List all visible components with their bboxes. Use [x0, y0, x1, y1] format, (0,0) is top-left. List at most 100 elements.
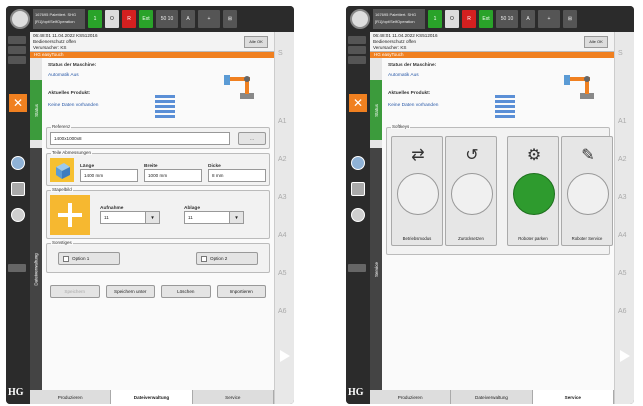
aufnahme-select[interactable]: 11 ▼: [100, 211, 160, 224]
axis-a2[interactable]: A2: [278, 156, 287, 163]
browse-button[interactable]: ...: [238, 132, 266, 145]
menu-icon[interactable]: ⊞: [223, 10, 237, 28]
run-mode-button[interactable]: A: [181, 10, 195, 28]
tab-status[interactable]: Status: [370, 80, 382, 140]
betriebsmodus-button[interactable]: ⇄ Betriebsmodus: [391, 136, 443, 246]
user-icon[interactable]: [351, 208, 365, 222]
axis-a1[interactable]: A1: [618, 118, 627, 125]
override-speed-button[interactable]: 50 10: [496, 10, 518, 28]
top-status-bar: 167695 Palettiert. SHG [R1]/opt/SelfOper…: [346, 6, 634, 32]
rail-handle[interactable]: [8, 264, 26, 272]
jog-mode-button[interactable]: +: [198, 10, 220, 28]
zuruecksetzen-button[interactable]: ↺ Zurücksetzen: [445, 136, 497, 246]
drive-status-button[interactable]: 1: [428, 10, 442, 28]
axis-a5[interactable]: A5: [618, 270, 627, 277]
axis-a6[interactable]: A6: [618, 308, 627, 315]
tab-status[interactable]: Status: [30, 80, 42, 140]
axis-a5[interactable]: A5: [278, 270, 287, 277]
run-mode-button[interactable]: A: [521, 10, 535, 28]
message-window[interactable]: 06:48:01 11.04.2022 KS512016 Bedienersch…: [370, 32, 614, 52]
tab-produzieren[interactable]: Produzieren: [30, 390, 112, 404]
main-content: Status der Maschine: Automatik Aus Aktue…: [382, 58, 614, 390]
machine-status-label: Status der Maschine:: [48, 63, 97, 68]
laenge-input[interactable]: 1400 mm: [80, 169, 138, 182]
axis-s[interactable]: S: [618, 50, 623, 57]
rail-chip-1[interactable]: [348, 36, 366, 44]
axis-a1[interactable]: A1: [278, 118, 287, 125]
import-button[interactable]: Importieren: [216, 285, 266, 298]
robot-logo-icon[interactable]: [10, 9, 30, 29]
jog-mode-button[interactable]: +: [538, 10, 560, 28]
laenge-field: Länge 1400 mm: [80, 164, 138, 182]
machine-status-value: Automatik Aus: [388, 73, 419, 78]
tab-produzieren[interactable]: Produzieren: [370, 390, 452, 404]
tab-dateiverwaltung-bottom[interactable]: Dateiverwaltung: [451, 390, 533, 404]
aufnahme-value: 11: [104, 215, 109, 220]
tab-service[interactable]: Service: [532, 390, 614, 404]
product-label: Aktuelles Produkt:: [48, 91, 91, 96]
vertical-tabs: Status Service: [370, 58, 382, 390]
drive-status-button[interactable]: 1: [88, 10, 102, 28]
robot-logo-icon[interactable]: [350, 9, 370, 29]
roboter-parken-button[interactable]: ⚙ Roboter parken: [507, 136, 559, 246]
keyboard-icon[interactable]: [11, 182, 25, 196]
robot-interpreter-button[interactable]: R: [122, 10, 136, 28]
play-arrow-icon[interactable]: [620, 350, 630, 362]
softkey-label: Betriebsmodus: [402, 236, 432, 241]
save-button[interactable]: Speichern: [50, 285, 100, 298]
axis-rail: S A1 A2 A3 A4 A5 A6: [274, 32, 294, 404]
machine-status-label: Status der Maschine:: [388, 63, 437, 68]
option2-checkbox[interactable]: Option 2: [196, 252, 258, 265]
cell-info[interactable]: 167695 Palettiert. SHG [R1]/opt/SelfOper…: [373, 9, 425, 29]
rail-chip-3[interactable]: [8, 56, 26, 64]
menu-icon[interactable]: ⊞: [563, 10, 577, 28]
globe-icon[interactable]: [351, 156, 365, 170]
axis-a4[interactable]: A4: [278, 232, 287, 239]
tab-service-vertical[interactable]: Service: [370, 148, 382, 390]
rail-chip-2[interactable]: [8, 46, 26, 54]
rail-chip-1[interactable]: [8, 36, 26, 44]
axis-a4[interactable]: A4: [618, 232, 627, 239]
override-speed-button[interactable]: 50 10: [156, 10, 178, 28]
user-icon[interactable]: [11, 208, 25, 222]
softkey-label: Roboter parken: [518, 236, 548, 241]
rail-chip-3[interactable]: [348, 56, 366, 64]
delete-button[interactable]: Löschen: [161, 285, 211, 298]
tab-service[interactable]: Service: [192, 390, 274, 404]
axis-s[interactable]: S: [278, 50, 283, 57]
dicke-input[interactable]: 8 mm: [208, 169, 266, 182]
globe-icon[interactable]: [11, 156, 25, 170]
submit-status-button[interactable]: O: [105, 10, 119, 28]
breite-input[interactable]: 1000 mm: [144, 169, 202, 182]
ext-mode-button[interactable]: Ext: [479, 10, 493, 28]
alle-ok-button[interactable]: Alle OK: [584, 36, 608, 48]
ext-mode-button[interactable]: Ext: [139, 10, 153, 28]
robot-arm-icon: [564, 75, 594, 99]
option1-checkbox[interactable]: Option 1: [58, 252, 120, 265]
axis-a6[interactable]: A6: [278, 308, 287, 315]
message-window[interactable]: 06:48:01 11.04.2022 KS512016 Bedienersch…: [30, 32, 274, 52]
roboter-service-button[interactable]: ✎ Roboter Service: [561, 136, 613, 246]
submit-status-button[interactable]: O: [445, 10, 459, 28]
vertical-tabs: Status Dateiverwaltung: [30, 58, 42, 390]
cell-info[interactable]: 167695 Palettiert. SHG [R1]/opt/SelfOper…: [33, 9, 85, 29]
breite-field: Breite 1000 mm: [144, 164, 202, 182]
rail-chip-2[interactable]: [348, 46, 366, 54]
referenz-input[interactable]: 1400x1000x8: [50, 132, 230, 145]
axis-a3[interactable]: A3: [278, 194, 287, 201]
rail-handle[interactable]: [348, 264, 366, 272]
axis-a2[interactable]: A2: [618, 156, 627, 163]
axis-a3[interactable]: A3: [618, 194, 627, 201]
tab-dateiverwaltung[interactable]: Dateiverwaltung: [30, 148, 42, 390]
tab-dateiverwaltung-bottom[interactable]: Dateiverwaltung: [111, 390, 193, 404]
alle-ok-button[interactable]: Alle OK: [244, 36, 268, 48]
robot-interpreter-button[interactable]: R: [462, 10, 476, 28]
ablage-select[interactable]: 11 ▼: [184, 211, 244, 224]
close-icon[interactable]: ✕: [349, 94, 367, 112]
save-as-button[interactable]: Speichern unter: [105, 285, 155, 298]
play-arrow-icon[interactable]: [280, 350, 290, 362]
stapelbild-title: Stapelbild: [51, 187, 73, 192]
keyboard-icon[interactable]: [351, 182, 365, 196]
close-icon[interactable]: ✕: [9, 94, 27, 112]
stapelbild-group: Stapelbild Aufnahme 11 ▼ Ablage 11 ▼: [46, 187, 270, 239]
